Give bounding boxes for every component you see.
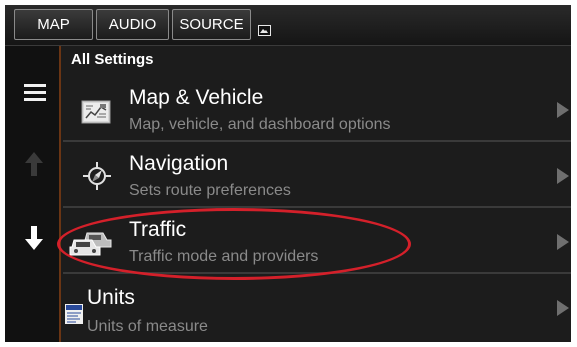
tab-audio[interactable]: AUDIO (96, 9, 169, 40)
chevron-right-icon (557, 234, 569, 250)
compass-icon (83, 162, 111, 190)
traffic-cars-icon (69, 232, 112, 256)
side-rail (5, 46, 60, 342)
settings-item-subtitle: Sets route preferences (129, 182, 291, 199)
top-tab-bar: MAP AUDIO SOURCE (5, 5, 571, 46)
chevron-right-icon (557, 102, 569, 118)
settings-item-title: Navigation (129, 152, 229, 175)
chevron-right-icon (557, 300, 569, 316)
settings-item-title: Traffic (129, 218, 187, 241)
settings-item-navigation[interactable]: Navigation Sets route preferences (63, 144, 571, 208)
chevron-right-icon (557, 168, 569, 184)
settings-item-title: Map & Vehicle (129, 86, 264, 109)
settings-item-subtitle: Map, vehicle, and dashboard options (129, 116, 391, 133)
settings-screen: MAP AUDIO SOURCE All Settings Map & Vehi… (5, 5, 571, 342)
settings-item-subtitle: Units of measure (87, 318, 208, 335)
rail-divider (59, 46, 61, 342)
settings-item-traffic[interactable]: Traffic Traffic mode and providers (63, 210, 571, 274)
settings-item-map-vehicle[interactable]: Map & Vehicle Map, vehicle, and dashboar… (63, 78, 571, 142)
page-title: All Settings (71, 51, 154, 68)
photo-icon[interactable] (258, 25, 271, 36)
tab-source[interactable]: SOURCE (172, 9, 251, 40)
settings-item-units[interactable]: Units Units of measure (63, 276, 571, 342)
settings-item-subtitle: Traffic mode and providers (129, 248, 319, 265)
units-icon (65, 304, 83, 324)
arrow-down-icon[interactable] (24, 224, 44, 252)
arrow-up-icon[interactable] (24, 150, 44, 178)
settings-item-title: Units (87, 286, 135, 309)
menu-icon[interactable] (24, 84, 46, 102)
map-icon (81, 100, 111, 124)
tab-map[interactable]: MAP (14, 9, 93, 40)
